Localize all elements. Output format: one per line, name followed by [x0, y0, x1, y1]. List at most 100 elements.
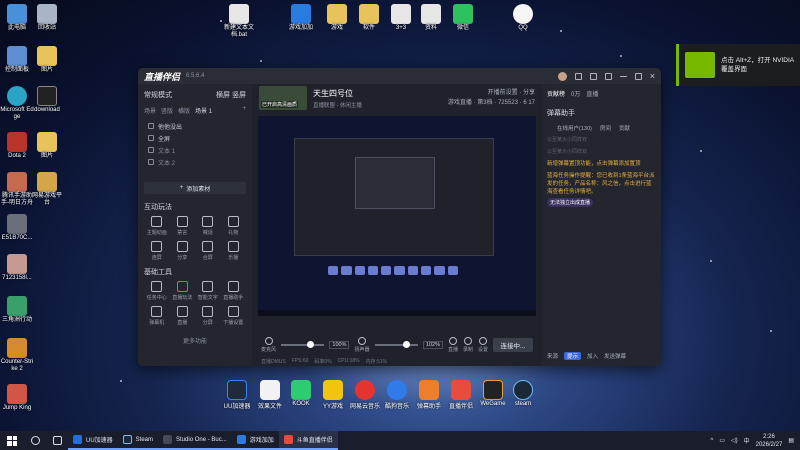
settings-button[interactable]: 设置 — [478, 337, 488, 353]
desktop-icon[interactable]: WeGame — [476, 380, 510, 407]
source-item[interactable]: 他他没出 — [144, 120, 246, 132]
search-button[interactable] — [24, 436, 46, 445]
mode-selector[interactable]: 常规模式 — [144, 90, 172, 100]
landscape-toggle[interactable]: 横屏 — [216, 92, 230, 99]
interact-tool[interactable]: 合屏 — [195, 241, 221, 261]
desktop-icon[interactable]: Jump King — [0, 384, 34, 412]
input-language[interactable]: 中 — [744, 436, 750, 445]
desktop-icon[interactable]: 资料 — [414, 4, 448, 32]
scene-tab-active[interactable]: 场景 1 — [195, 106, 212, 115]
minimize-button[interactable] — [619, 75, 627, 77]
interact-tool[interactable]: 乐播 — [221, 241, 247, 261]
desktop-icon[interactable]: KOOK — [284, 380, 318, 407]
desktop-icon[interactable]: 回收站 — [30, 4, 64, 32]
desktop-icon[interactable]: Counter-Strike 2 — [0, 338, 34, 373]
tab-contrib[interactable]: 贡献 — [619, 124, 630, 132]
desktop-icon[interactable]: 3+3 — [384, 4, 418, 32]
desktop-icon[interactable]: E51B70C... — [0, 214, 34, 242]
notification-center-icon[interactable]: ▤ — [788, 437, 794, 444]
interact-tool[interactable]: 礼物 — [221, 216, 247, 236]
stream-preview[interactable] — [258, 116, 536, 316]
volume-icon[interactable]: ◁) — [731, 437, 738, 444]
desktop-icon[interactable]: 微信 — [446, 4, 480, 32]
tab-room[interactable]: 房间 — [600, 124, 611, 132]
desktop-icon[interactable]: 图片 — [30, 132, 64, 160]
scene-tab[interactable]: 场景 — [144, 106, 156, 115]
basic-tool[interactable]: 直播助手 — [221, 281, 247, 301]
speaker-volume-slider[interactable] — [374, 341, 418, 348]
tab-contribution[interactable]: 贡献榜 — [547, 89, 565, 98]
tab-online-users[interactable]: 在线用户(130) — [557, 124, 592, 132]
mic-volume-value[interactable]: 100% — [329, 341, 350, 349]
chevron-up-icon[interactable]: ^ — [710, 438, 713, 444]
add-scene-icon[interactable]: + — [242, 106, 246, 115]
desktop-icon[interactable]: 游戏加加 — [284, 4, 318, 32]
room-thumbnail[interactable]: 已开启高清画质 — [259, 86, 307, 110]
basic-tool[interactable]: 分屏 — [195, 306, 221, 326]
nvidia-notification[interactable]: 点击 Alt+Z，打开 NVIDIA 覆盖界面 — [676, 44, 800, 86]
desktop-icon[interactable]: 网易游戏平台 — [30, 172, 64, 207]
desktop-icon[interactable]: 三角洲行动 — [0, 296, 34, 324]
prelive-settings-link[interactable]: 开播前设置 — [488, 90, 518, 96]
tab-rank[interactable]: 0万 — [571, 89, 580, 98]
scene-tab[interactable]: 横版 — [178, 106, 190, 115]
basic-tool[interactable]: 直播 — [170, 306, 196, 326]
interact-tool[interactable]: 分享 — [170, 241, 196, 261]
network-icon[interactable]: ▭ — [719, 437, 725, 444]
mic-volume-slider[interactable] — [281, 341, 325, 348]
desktop-icon[interactable]: 酷狗音乐 — [380, 380, 414, 410]
desktop-icon[interactable]: QQ — [506, 4, 540, 32]
desktop-icon[interactable]: UU加速器 — [220, 380, 254, 410]
interact-tool[interactable]: 主题动画 — [144, 216, 170, 236]
start-button[interactable] — [0, 435, 24, 446]
desktop-icon[interactable]: 游戏 — [320, 4, 354, 32]
mail-icon[interactable] — [574, 72, 582, 80]
desktop-icon[interactable]: download — [30, 86, 64, 114]
desktop-icon[interactable]: Microsoft Edge — [0, 86, 34, 121]
basic-tool[interactable]: 直播玩法 — [170, 281, 196, 301]
desktop-icon[interactable]: 效果文件 — [253, 380, 287, 410]
mic-control[interactable]: 麦克风 — [261, 337, 276, 353]
add-source-button[interactable]: + 添加素材 — [144, 182, 246, 194]
interact-tool[interactable]: 喊话 — [195, 216, 221, 236]
taskbar-app-active[interactable]: 斗鱼直播伴侣 — [278, 431, 338, 450]
send-danmaku-button[interactable]: 发送弹幕 — [604, 352, 626, 360]
task-view-button[interactable] — [46, 436, 68, 445]
source-item[interactable]: 文本 1 — [144, 144, 246, 156]
basic-tool[interactable]: 智能文字 — [195, 281, 221, 301]
room-title[interactable]: 天生四号位 — [313, 88, 362, 99]
close-button[interactable]: × — [650, 71, 655, 81]
interact-tool[interactable]: 禁言 — [170, 216, 196, 236]
desktop-icon[interactable]: 图片 — [30, 46, 64, 74]
scene-tab[interactable]: 竖版 — [161, 106, 173, 115]
basic-tool[interactable]: 任务中心 — [144, 281, 170, 301]
headset-icon[interactable] — [589, 72, 597, 80]
menu-icon[interactable] — [604, 72, 612, 80]
connect-button[interactable]: 连接中... — [493, 338, 534, 352]
basic-tool[interactable]: 下播设置 — [221, 306, 247, 326]
desktop-icon[interactable]: 控制面板 — [0, 46, 34, 74]
speaker-control[interactable]: 扬声器 — [354, 337, 370, 353]
desktop-icon[interactable]: 软件 — [352, 4, 386, 32]
more-features-link[interactable]: 更多功能 — [144, 336, 246, 345]
desktop-icon[interactable]: 网易云音乐 — [348, 380, 382, 410]
source-item[interactable]: 全屏 — [144, 132, 246, 144]
maximize-button[interactable] — [634, 72, 642, 80]
taskbar-app[interactable]: Studio One - Buc... — [158, 431, 232, 450]
desktop-icon[interactable]: 7123158l... — [0, 254, 34, 282]
basic-tool[interactable]: 弹幕机 — [144, 306, 170, 326]
slider-knob[interactable] — [402, 341, 410, 348]
tab-live[interactable]: 直播 — [586, 89, 598, 98]
desktop-icon[interactable]: 直播伴侣 — [444, 380, 478, 410]
slider-knob[interactable] — [307, 341, 315, 348]
desktop-icon[interactable]: 新建文本文档.bat — [222, 4, 256, 39]
desktop-icon[interactable]: 此电脑 — [0, 4, 34, 32]
desktop-icon[interactable]: Dota 2 — [0, 132, 34, 160]
share-link[interactable]: 分享 — [523, 90, 535, 96]
avatar[interactable] — [557, 71, 567, 81]
hint-button[interactable]: 提示 — [564, 352, 582, 360]
desktop-icon[interactable]: 弹幕助手 — [412, 380, 446, 410]
speaker-volume-value[interactable]: 102% — [422, 341, 443, 349]
source-item[interactable]: 文本 2 — [144, 156, 246, 168]
desktop-icon[interactable]: steam — [506, 380, 540, 407]
